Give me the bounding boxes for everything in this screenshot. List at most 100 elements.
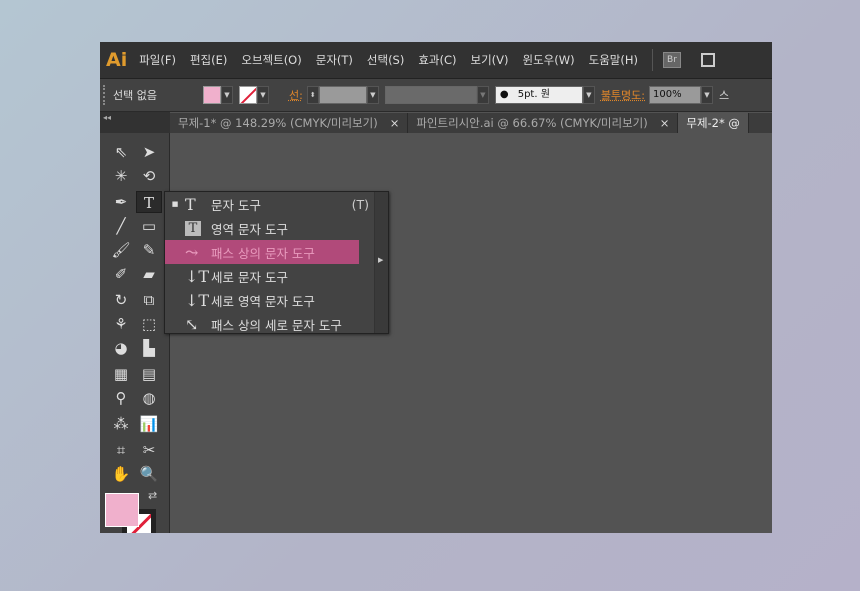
line-tool-icon[interactable]: ╱ — [108, 215, 134, 237]
document-tabs: 무제-1* @ 148.29% (CMYK/미리보기) × 파인트리시안.ai @… — [170, 113, 772, 133]
stroke-weight-stepper[interactable]: ⬍ — [306, 86, 319, 104]
menu-select[interactable]: 선택(S) — [367, 52, 404, 68]
paintbrush-icon[interactable]: 🖌 — [108, 239, 134, 261]
grip-handle[interactable] — [103, 85, 105, 105]
menu-help[interactable]: 도움말(H) — [589, 52, 638, 68]
blob-brush-icon[interactable]: ✐ — [108, 263, 134, 285]
current-tool-bullet: ■ — [171, 200, 179, 208]
tools-panel: ⇖ ➤ ✳ ⟲ ✒ T ╱ ▭ 🖌 ✎ ✐ ▰ ↻ ⧉ ⚘ ⬚ ◕ ▙ ▦ ▤ … — [100, 133, 170, 533]
type-on-path-icon: ⤳ — [185, 242, 199, 262]
style-label: 스 — [719, 89, 730, 102]
stroke-label[interactable]: 선: — [289, 87, 303, 103]
item-label: 영역 문자 도구 — [211, 221, 288, 237]
flyout-item-vertical-type-on-path-tool[interactable]: ⤡ 패스 상의 세로 문자 도구 — [165, 312, 375, 336]
menu-object[interactable]: 오브젝트(O) — [241, 52, 301, 68]
lasso-icon[interactable]: ⟲ — [136, 165, 162, 187]
vertical-area-type-icon: ↓T — [185, 290, 210, 310]
item-label: 패스 상의 문자 도구 — [211, 245, 315, 261]
blend-tool-icon[interactable]: ◍ — [136, 387, 162, 409]
eyedropper-icon[interactable]: ⚲ — [108, 387, 134, 409]
bridge-button[interactable]: Br — [662, 52, 681, 68]
menu-type[interactable]: 문자(T) — [316, 52, 353, 68]
control-bar: 선택 없음 ▼ ▼ 선: ⬍ ▼ ▼ ● 5pt. 원 ▼ 불투명도: 100%… — [100, 78, 772, 112]
shape-builder-icon[interactable]: ◕ — [108, 337, 134, 359]
eraser-icon[interactable]: ▰ — [136, 263, 162, 285]
app-logo: Ai — [106, 49, 128, 71]
flyout-item-area-type-tool[interactable]: T 영역 문자 도구 — [165, 216, 375, 240]
brush-dropdown[interactable]: ▼ — [582, 86, 595, 104]
brush-value: 5pt. 원 — [517, 89, 550, 100]
item-label: 세로 영역 문자 도구 — [211, 293, 315, 309]
close-icon[interactable]: × — [390, 113, 400, 133]
scale-tool-icon[interactable]: ⧉ — [136, 289, 162, 311]
workspace-icon[interactable] — [700, 53, 715, 67]
stroke-weight-input[interactable] — [318, 86, 367, 104]
type-icon: T — [185, 194, 196, 214]
profile-dropdown[interactable]: ▼ — [476, 86, 489, 104]
stroke-swatch[interactable] — [238, 86, 257, 104]
divider — [651, 49, 653, 71]
mesh-tool-icon[interactable]: ▦ — [108, 363, 134, 385]
flyout-item-type-on-path-tool[interactable]: ⤳ 패스 상의 문자 도구 — [165, 240, 359, 264]
menu-edit[interactable]: 편집(E) — [190, 52, 227, 68]
rectangle-tool-icon[interactable]: ▭ — [136, 215, 162, 237]
pencil-icon[interactable]: ✎ — [136, 239, 162, 261]
shortcut: (T) — [351, 196, 369, 212]
rotate-tool-icon[interactable]: ↻ — [108, 289, 134, 311]
opacity-dropdown[interactable]: ▼ — [701, 86, 713, 104]
menu-view[interactable]: 보기(V) — [471, 52, 509, 68]
opacity-input[interactable]: 100% — [649, 86, 701, 104]
tab-document-1[interactable]: 무제-1* @ 148.29% (CMYK/미리보기) × — [170, 113, 409, 133]
item-label: 패스 상의 세로 문자 도구 — [211, 317, 342, 333]
tab-label: 무제-2* @ — [686, 116, 740, 130]
type-tools-flyout: ■ T 문자 도구 (T) T 영역 문자 도구 ⤳ 패스 상의 문자 도구 ↓T 세로 문… — [164, 191, 389, 334]
menu-file[interactable]: 파일(F) — [139, 52, 176, 68]
direct-selection-tool-icon[interactable]: ➤ — [136, 141, 162, 163]
symbol-sprayer-icon[interactable]: ⁂ — [108, 413, 134, 435]
illustrator-window: Ai 파일(F) 편집(E) 오브젝트(O) 문자(T) 선택(S) 효과(C)… — [100, 42, 772, 533]
tearoff-strip[interactable]: ▶ — [374, 192, 388, 333]
flyout-item-vertical-type-tool[interactable]: ↓T 세로 문자 도구 — [165, 264, 375, 288]
magic-wand-icon[interactable]: ✳ — [108, 165, 134, 187]
vertical-type-icon: ↓T — [185, 266, 210, 286]
free-transform-icon[interactable]: ⬚ — [136, 313, 162, 335]
menu-effect[interactable]: 효과(C) — [418, 52, 456, 68]
swap-colors-icon[interactable]: ⇄ — [148, 489, 157, 502]
selection-tool-icon[interactable]: ⇖ — [108, 141, 134, 163]
selection-status: 선택 없음 — [113, 89, 157, 102]
perspective-grid-icon[interactable]: ▙ — [136, 337, 162, 359]
menu-bar: Ai 파일(F) 편집(E) 오브젝트(O) 문자(T) 선택(S) 효과(C)… — [100, 42, 772, 78]
pen-tool-icon[interactable]: ✒ — [108, 191, 134, 213]
type-tool-icon[interactable]: T — [136, 191, 162, 213]
fill-color-box[interactable] — [105, 493, 139, 527]
tab-document-2[interactable]: 파인트리시안.ai @ 66.67% (CMYK/미리보기) × — [408, 113, 679, 133]
collapse-icon[interactable]: ◂◂ — [103, 113, 111, 122]
close-icon[interactable]: × — [660, 113, 670, 133]
vertical-type-on-path-icon: ⤡ — [185, 314, 199, 334]
tearoff-arrow-icon: ▶ — [378, 256, 384, 264]
artboard-tool-icon[interactable]: ⌗ — [108, 439, 134, 461]
gradient-tool-icon[interactable]: ▤ — [136, 363, 162, 385]
toolbar-header[interactable]: ◂◂ — [100, 112, 170, 133]
opacity-label[interactable]: 불투명도: — [601, 87, 645, 103]
item-label: 세로 문자 도구 — [211, 269, 288, 285]
slice-tool-icon[interactable]: ✂ — [136, 439, 162, 461]
stroke-weight-dropdown[interactable]: ▼ — [366, 86, 379, 104]
brush-field[interactable]: ● 5pt. 원 — [494, 86, 583, 104]
area-type-icon: T — [185, 220, 201, 236]
zoom-tool-icon[interactable]: 🔍 — [136, 463, 162, 485]
tab-document-3[interactable]: 무제-2* @ — [678, 113, 749, 133]
variable-width-profile[interactable] — [384, 86, 477, 104]
tab-label: 무제-1* @ 148.29% (CMYK/미리보기) — [178, 116, 378, 130]
flyout-item-type-tool[interactable]: ■ T 문자 도구 (T) — [165, 192, 375, 216]
item-label: 문자 도구 — [211, 197, 261, 213]
graph-tool-icon[interactable]: 📊 — [136, 413, 162, 435]
menu-window[interactable]: 윈도우(W) — [523, 52, 575, 68]
stroke-dropdown[interactable]: ▼ — [256, 86, 269, 104]
hand-tool-icon[interactable]: ✋ — [108, 463, 134, 485]
warp-tool-icon[interactable]: ⚘ — [108, 313, 134, 335]
fill-dropdown[interactable]: ▼ — [220, 86, 233, 104]
fill-swatch[interactable] — [202, 86, 221, 104]
tab-label: 파인트리시안.ai @ 66.67% (CMYK/미리보기) — [416, 116, 648, 130]
flyout-item-vertical-area-type-tool[interactable]: ↓T 세로 영역 문자 도구 — [165, 288, 375, 312]
